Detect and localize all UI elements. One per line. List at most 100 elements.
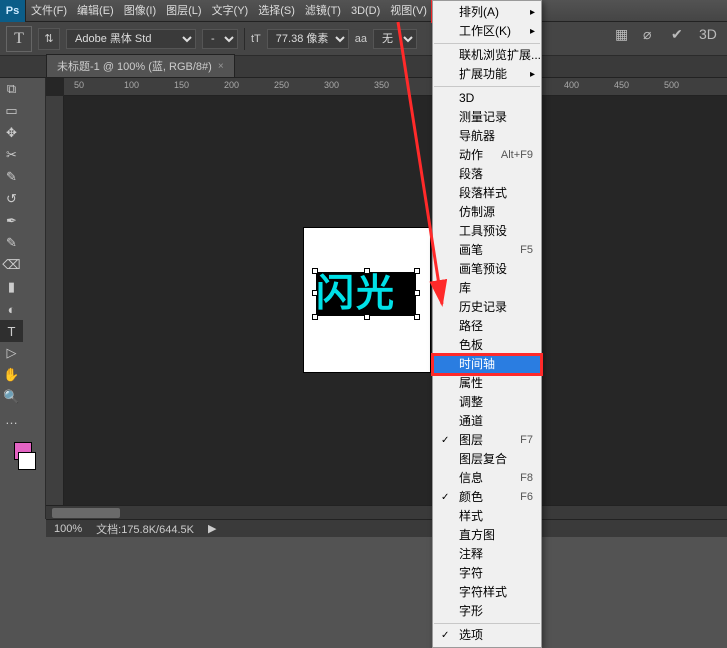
menu-item-字符[interactable]: 字符 [433,564,541,583]
menu-select[interactable]: 选择(S) [253,0,300,22]
menu-item-选项[interactable]: 选项✓ [433,626,541,645]
transform-handle[interactable] [312,314,318,320]
move-tool[interactable]: ⧉ [0,78,23,100]
menu-item-段落[interactable]: 段落 [433,165,541,184]
ruler-horizontal: 50 100 150 200 250 300 350 400 450 500 [64,78,727,96]
menu-item-通道[interactable]: 通道 [433,412,541,431]
menu-3d[interactable]: 3D(D) [346,0,385,22]
menu-item-导航器[interactable]: 导航器 [433,127,541,146]
transform-handle[interactable] [414,268,420,274]
lasso-tool[interactable]: ✥ [0,122,23,144]
stamp-tool[interactable]: ✎ [0,232,23,254]
canvas-area[interactable]: 50 100 150 200 250 300 350 400 450 500 闪… [46,78,727,519]
ruler-tick: 450 [614,80,629,90]
menu-item-扩展功能[interactable]: 扩展功能 [433,65,541,84]
transform-handle[interactable] [414,290,420,296]
more-tools[interactable]: … [0,408,23,430]
transform-handle[interactable] [364,314,370,320]
menu-item-信息[interactable]: 信息F8 [433,469,541,488]
zoom-level[interactable]: 100% [54,523,82,535]
check-icon: ✓ [441,626,449,645]
doc-info: 文档:175.8K/644.5K [96,521,194,537]
menu-file[interactable]: 文件(F) [26,0,72,22]
gradient-tool[interactable]: ▮ [0,276,23,298]
document-canvas[interactable]: 闪光 [304,228,430,372]
menu-item-库[interactable]: 库 [433,279,541,298]
close-icon[interactable]: × [218,61,224,72]
type-tool[interactable]: T [0,320,23,342]
menu-layer[interactable]: 图层(L) [161,0,206,22]
menu-item-历史记录[interactable]: 历史记录 [433,298,541,317]
transform-handle[interactable] [312,268,318,274]
menu-item-测量记录[interactable]: 测量记录 [433,108,541,127]
menu-image[interactable]: 图像(I) [119,0,161,22]
shortcut-label: F5 [520,241,533,260]
color-swatches[interactable] [0,442,45,470]
menu-item-画笔[interactable]: 画笔F5 [433,241,541,260]
transform-handle[interactable] [364,268,370,274]
zoom-tool[interactable]: 🔍 [0,386,23,408]
background-swatch[interactable] [18,452,36,470]
dodge-tool[interactable]: ◐ [0,298,23,320]
menu-item-颜色[interactable]: 颜色F6✓ [433,488,541,507]
menu-item-字符样式[interactable]: 字符样式 [433,583,541,602]
horizontal-scrollbar[interactable] [46,505,727,519]
panel-icon[interactable]: ▦ [615,26,637,43]
menu-item-联机浏览扩展...[interactable]: 联机浏览扩展... [433,46,541,65]
transform-handle[interactable] [414,314,420,320]
menu-item-工具预设[interactable]: 工具预设 [433,222,541,241]
font-size-select[interactable]: 77.38 像素 [267,29,349,49]
marquee-tool[interactable]: ▭ [0,100,23,122]
menu-item-画笔预设[interactable]: 画笔预设 [433,260,541,279]
menu-type[interactable]: 文字(Y) [207,0,254,22]
menu-filter[interactable]: 滤镜(T) [300,0,346,22]
menu-item-调整[interactable]: 调整 [433,393,541,412]
eyedropper-tool[interactable]: ✎ [0,166,23,188]
shortcut-label: F6 [520,488,533,507]
text-layer[interactable]: 闪光 [316,272,416,316]
menu-item-图层[interactable]: 图层F7✓ [433,431,541,450]
menu-separator [434,86,540,87]
menu-item-注释[interactable]: 注释 [433,545,541,564]
document-tab-bar: 未标题-1 @ 100% (蓝, RGB/8#) × [0,56,727,78]
transform-handle[interactable] [312,290,318,296]
menu-item-属性[interactable]: 属性 [433,374,541,393]
scrollbar-thumb[interactable] [52,508,120,518]
antialias-select[interactable]: 无 [373,29,417,49]
status-arrow-icon[interactable]: ▶ [208,522,216,535]
path-tool[interactable]: ▷ [0,342,23,364]
check-icon: ✓ [441,488,449,507]
document-tab-label: 未标题-1 @ 100% (蓝, RGB/8#) [57,58,212,74]
hand-tool[interactable]: ✋ [0,364,23,386]
active-tool-chip[interactable]: T [6,26,32,52]
tool-palette: ⧉ ▭ ✥ ✂ ✎ ↺ ✒ ✎ ⌫ ▮ ◐ T ▷ ✋ 🔍 … [0,78,46,519]
3d-icon[interactable]: 3D [699,26,721,43]
menu-item-样式[interactable]: 样式 [433,507,541,526]
commit-icon[interactable]: ✔ [671,26,693,43]
eraser-tool[interactable]: ⌫ [0,254,23,276]
document-tab[interactable]: 未标题-1 @ 100% (蓝, RGB/8#) × [46,54,235,77]
window-menu-dropdown: 排列(A)工作区(K) 联机浏览扩展...扩展功能 3D测量记录导航器动作Alt+F… [432,0,542,648]
orientation-toggle[interactable]: ⇅ [38,28,60,50]
menu-item-工作区(K)[interactable]: 工作区(K) [433,22,541,41]
menu-item-色板[interactable]: 色板 [433,336,541,355]
menu-item-3D[interactable]: 3D [433,89,541,108]
cancel-icon[interactable]: ⌀ [643,26,665,43]
menu-item-排列(A)[interactable]: 排列(A) [433,3,541,22]
menu-item-图层复合[interactable]: 图层复合 [433,450,541,469]
menu-item-时间轴[interactable]: 时间轴 [433,355,541,374]
crop-tool[interactable]: ✂ [0,144,23,166]
menu-view[interactable]: 视图(V) [385,0,432,22]
menu-item-路径[interactable]: 路径 [433,317,541,336]
menu-item-字形[interactable]: 字形 [433,602,541,621]
font-family-select[interactable]: Adobe 黑体 Std [66,29,196,49]
ruler-tick: 150 [174,80,189,90]
menu-item-直方图[interactable]: 直方图 [433,526,541,545]
font-style-select[interactable]: - [202,29,238,49]
healing-tool[interactable]: ↺ [0,188,23,210]
menu-item-动作[interactable]: 动作Alt+F9 [433,146,541,165]
menu-item-段落样式[interactable]: 段落样式 [433,184,541,203]
menu-item-仿制源[interactable]: 仿制源 [433,203,541,222]
menu-edit[interactable]: 编辑(E) [72,0,119,22]
brush-tool[interactable]: ✒ [0,210,23,232]
